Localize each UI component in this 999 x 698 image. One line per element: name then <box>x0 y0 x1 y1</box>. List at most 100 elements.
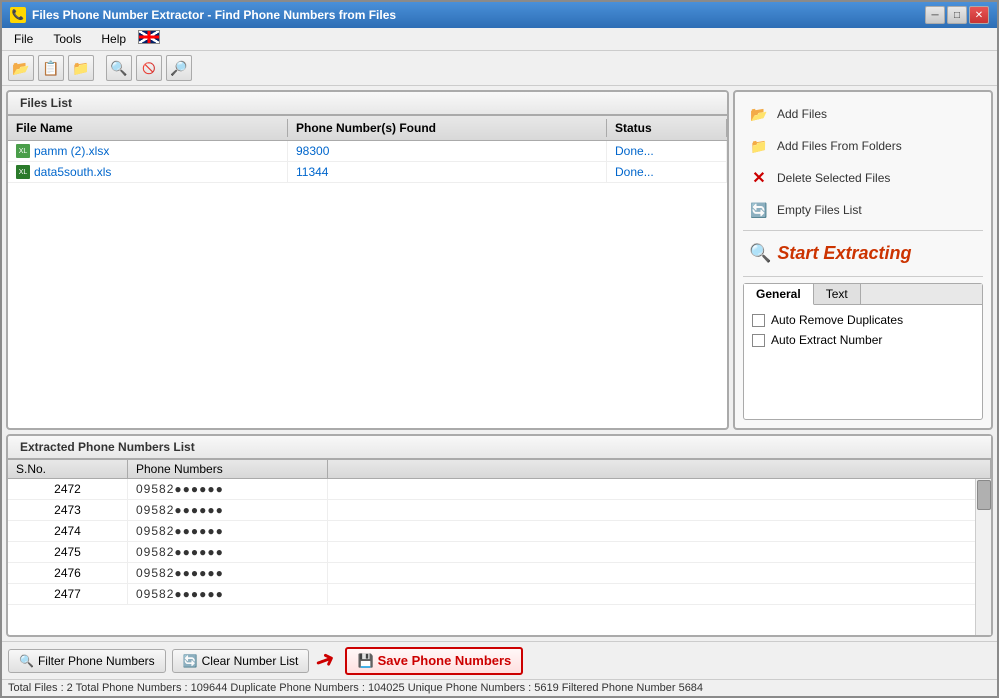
cell-sno-4: 2476 <box>8 563 128 583</box>
scrollbar-thumb[interactable] <box>977 480 991 510</box>
clear-number-list-button[interactable]: 🔄 Clear Number List <box>172 649 310 673</box>
file-icon-xlsx: XL <box>16 144 30 158</box>
cell-count-0: 98300 <box>288 141 607 161</box>
toolbar-search[interactable]: 🔎 <box>166 55 192 81</box>
maximize-button[interactable]: □ <box>947 6 967 24</box>
auto-remove-duplicates-checkbox[interactable] <box>752 314 765 327</box>
table-header: File Name Phone Number(s) Found Status <box>8 116 727 141</box>
cell-sno-5: 2477 <box>8 584 128 604</box>
minimize-button[interactable]: ─ <box>925 6 945 24</box>
magnifier-icon: 🔍 <box>749 243 771 264</box>
tab-general-content: Auto Remove Duplicates Auto Extract Numb… <box>744 305 982 355</box>
auto-remove-duplicates-label: Auto Remove Duplicates <box>771 313 903 327</box>
extracted-table: S.No. Phone Numbers 2472 09582●●●●●● 247… <box>8 460 991 635</box>
extracted-row[interactable]: 2472 09582●●●●●● <box>8 479 991 500</box>
menu-bar: File Tools Help <box>2 28 997 51</box>
delete-selected-button[interactable]: ✕ Delete Selected Files <box>743 164 983 192</box>
start-extracting-button[interactable]: 🔍 Start Extracting <box>743 237 983 270</box>
cell-sno-0: 2472 <box>8 479 128 499</box>
cell-status-1: Done... <box>607 162 727 182</box>
tabs-header: General Text <box>744 284 982 305</box>
start-extracting-label: Start Extracting <box>777 243 911 264</box>
cell-sno-1: 2473 <box>8 500 128 520</box>
toolbar-open-folder[interactable]: 📁 <box>68 55 94 81</box>
toolbar-filter[interactable]: 🔍 <box>106 55 132 81</box>
add-from-folders-label: Add Files From Folders <box>777 139 902 153</box>
status-bar: Total Files : 2 Total Phone Numbers : 10… <box>2 679 997 696</box>
language-flag[interactable] <box>138 30 160 44</box>
files-table-body: XL pamm (2).xlsx 98300 Done... XL data5s… <box>8 141 727 183</box>
extracted-row[interactable]: 2473 09582●●●●●● <box>8 500 991 521</box>
cell-filename-1: XL data5south.xls <box>8 162 288 182</box>
table-row[interactable]: XL pamm (2).xlsx 98300 Done... <box>8 141 727 162</box>
divider <box>743 230 983 231</box>
add-files-icon: 📂 <box>749 104 769 124</box>
empty-list-label: Empty Files List <box>777 203 862 217</box>
col-phones: Phone Numbers <box>128 460 328 478</box>
empty-list-icon: 🔄 <box>749 200 769 220</box>
options-tabs: General Text Auto Remove Duplicates Auto… <box>743 283 983 420</box>
extracted-panel-tab[interactable]: Extracted Phone Numbers List <box>8 436 991 460</box>
empty-files-list-button[interactable]: 🔄 Empty Files List <box>743 196 983 224</box>
cell-extra-5 <box>328 584 991 604</box>
auto-extract-number-row: Auto Extract Number <box>752 333 974 347</box>
menu-help[interactable]: Help <box>93 30 134 48</box>
col-sno: S.No. <box>8 460 128 478</box>
delete-selected-label: Delete Selected Files <box>777 171 890 185</box>
add-files-button[interactable]: 📂 Add Files <box>743 100 983 128</box>
bottom-toolbar: 🔍 Filter Phone Numbers 🔄 Clear Number Li… <box>2 641 997 679</box>
window-title: Files Phone Number Extractor - Find Phon… <box>32 8 396 22</box>
table-row[interactable]: XL data5south.xls 11344 Done... <box>8 162 727 183</box>
toolbar-add-files[interactable]: 📂 <box>8 55 34 81</box>
save-phone-numbers-button[interactable]: 💾 Save Phone Numbers <box>345 647 523 675</box>
auto-extract-number-checkbox[interactable] <box>752 334 765 347</box>
clear-label: Clear Number List <box>202 654 299 668</box>
app-icon: 📞 <box>10 7 26 23</box>
title-bar-left: 📞 Files Phone Number Extractor - Find Ph… <box>10 7 396 23</box>
cell-sno-3: 2475 <box>8 542 128 562</box>
tab-text[interactable]: Text <box>814 284 861 304</box>
filter-phone-numbers-button[interactable]: 🔍 Filter Phone Numbers <box>8 649 166 673</box>
cell-status-0: Done... <box>607 141 727 161</box>
filter-label: Filter Phone Numbers <box>38 654 155 668</box>
menu-tools[interactable]: Tools <box>45 30 89 48</box>
cell-phone-0: 09582●●●●●● <box>128 479 328 499</box>
filter-icon: 🔍 <box>19 654 34 668</box>
extracted-row[interactable]: 2477 09582●●●●●● <box>8 584 991 605</box>
extracted-row[interactable]: 2474 09582●●●●●● <box>8 521 991 542</box>
toolbar-copy[interactable]: 📋 <box>38 55 64 81</box>
title-buttons: ─ □ ✕ <box>925 6 989 24</box>
col-empty <box>328 460 991 478</box>
divider-2 <box>743 276 983 277</box>
arrow-indicator: ➜ <box>311 643 340 677</box>
clear-icon: 🔄 <box>183 654 198 668</box>
save-label: Save Phone Numbers <box>378 653 512 668</box>
col-filename: File Name <box>8 119 288 137</box>
cell-extra-2 <box>328 521 991 541</box>
close-button[interactable]: ✕ <box>969 6 989 24</box>
extracted-table-body: 2472 09582●●●●●● 2473 09582●●●●●● 2474 0… <box>8 479 991 635</box>
auto-remove-duplicates-row: Auto Remove Duplicates <box>752 313 974 327</box>
cell-extra-4 <box>328 563 991 583</box>
scrollbar[interactable] <box>975 479 991 635</box>
files-list-tab[interactable]: Files List <box>8 92 727 116</box>
cell-phone-5: 09582●●●●●● <box>128 584 328 604</box>
toolbar-clear[interactable]: 🚫 <box>136 55 162 81</box>
files-table: File Name Phone Number(s) Found Status X… <box>8 116 727 428</box>
tab-general[interactable]: General <box>744 284 814 305</box>
files-list-panel: Files List File Name Phone Number(s) Fou… <box>6 90 729 430</box>
add-files-from-folders-button[interactable]: 📁 Add Files From Folders <box>743 132 983 160</box>
auto-extract-number-label: Auto Extract Number <box>771 333 882 347</box>
top-section: Files List File Name Phone Number(s) Fou… <box>6 90 993 430</box>
cell-phone-3: 09582●●●●●● <box>128 542 328 562</box>
cell-phone-4: 09582●●●●●● <box>128 563 328 583</box>
cell-filename-0: XL pamm (2).xlsx <box>8 141 288 161</box>
delete-icon: ✕ <box>749 168 769 188</box>
extracted-row[interactable]: 2476 09582●●●●●● <box>8 563 991 584</box>
cell-extra-3 <box>328 542 991 562</box>
extracted-panel: Extracted Phone Numbers List S.No. Phone… <box>6 434 993 637</box>
extracted-row[interactable]: 2475 09582●●●●●● <box>8 542 991 563</box>
menu-file[interactable]: File <box>6 30 41 48</box>
cell-phone-1: 09582●●●●●● <box>128 500 328 520</box>
main-content: Files List File Name Phone Number(s) Fou… <box>2 86 997 641</box>
